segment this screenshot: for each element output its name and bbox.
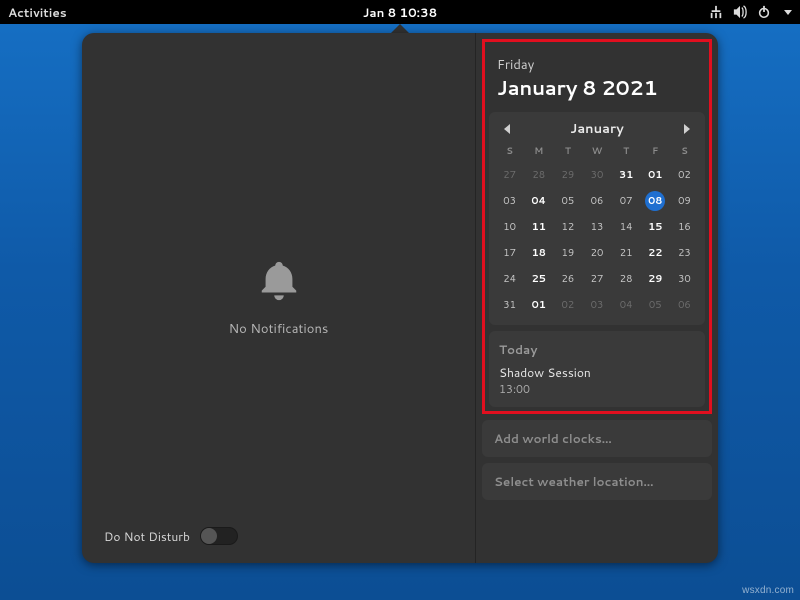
calendar-day[interactable]: 30 <box>582 163 611 187</box>
calendar-day[interactable]: 28 <box>612 267 641 291</box>
system-status-area[interactable] <box>709 5 792 19</box>
top-bar: Activities Jan 8 10:38 <box>0 0 800 24</box>
dow-label: T <box>553 144 582 161</box>
calendar-day[interactable]: 10 <box>495 215 524 239</box>
calendar-day[interactable]: 03 <box>582 293 611 317</box>
fulldate-label: January 8 2021 <box>497 74 697 102</box>
calendar-day[interactable]: 23 <box>670 241 699 265</box>
calendar-day-today[interactable]: 08 <box>641 189 670 213</box>
chevron-down-icon <box>784 10 792 15</box>
dnd-toggle[interactable] <box>200 527 238 545</box>
calendar-day[interactable]: 12 <box>553 215 582 239</box>
calendar-day[interactable]: 05 <box>641 293 670 317</box>
dow-label: S <box>495 144 524 161</box>
clock-label: Jan 8 10:38 <box>363 4 437 21</box>
today-events-card[interactable]: Today Shadow Session 13:00 <box>489 331 705 407</box>
calendar-day[interactable]: 09 <box>670 189 699 213</box>
activities-button[interactable]: Activities <box>8 4 67 21</box>
calendar-day[interactable]: 19 <box>553 241 582 265</box>
calendar-day[interactable]: 25 <box>524 267 553 291</box>
calendar-day[interactable]: 29 <box>553 163 582 187</box>
calendar-day[interactable]: 16 <box>670 215 699 239</box>
calendar-day[interactable]: 06 <box>670 293 699 317</box>
calendar-day[interactable]: 20 <box>582 241 611 265</box>
popover-arrow <box>391 24 409 33</box>
calendar-day[interactable]: 27 <box>582 267 611 291</box>
event-time: 13:00 <box>499 381 695 397</box>
power-icon <box>757 5 771 19</box>
annotation-highlight: Friday January 8 2021 January SMTWTFS272… <box>482 39 712 414</box>
calendar-day[interactable]: 02 <box>670 163 699 187</box>
watermark: wsxdn.com <box>742 585 794 596</box>
dow-label: W <box>582 144 611 161</box>
dow-label: F <box>641 144 670 161</box>
bell-icon <box>256 258 302 310</box>
dnd-label: Do Not Disturb <box>104 528 190 545</box>
dow-label: T <box>612 144 641 161</box>
calendar-day[interactable]: 07 <box>612 189 641 213</box>
weekday-label: Friday <box>497 56 697 74</box>
dow-label: M <box>524 144 553 161</box>
month-label: January <box>570 120 623 138</box>
notifications-pane: No Notifications Do Not Disturb <box>82 33 476 563</box>
calendar-day[interactable]: 06 <box>582 189 611 213</box>
calendar-day[interactable]: 24 <box>495 267 524 291</box>
calendar-day[interactable]: 05 <box>553 189 582 213</box>
calendar-day[interactable]: 13 <box>582 215 611 239</box>
calendar-day[interactable]: 02 <box>553 293 582 317</box>
network-icon <box>709 5 723 19</box>
add-world-clocks-button[interactable]: Add world clocks… <box>482 420 712 457</box>
calendar-day[interactable]: 01 <box>524 293 553 317</box>
calendar-day[interactable]: 26 <box>553 267 582 291</box>
calendar-nav: January <box>495 118 699 144</box>
datetime-popover: No Notifications Do Not Disturb Friday J… <box>82 33 718 563</box>
calendar-day[interactable]: 11 <box>524 215 553 239</box>
calendar-day[interactable]: 21 <box>612 241 641 265</box>
calendar-day[interactable]: 30 <box>670 267 699 291</box>
calendar-day[interactable]: 14 <box>612 215 641 239</box>
do-not-disturb-row: Do Not Disturb <box>104 527 238 545</box>
calendar-day[interactable]: 15 <box>641 215 670 239</box>
calendar-day[interactable]: 31 <box>612 163 641 187</box>
next-month-button[interactable] <box>677 120 695 138</box>
calendar-day[interactable]: 28 <box>524 163 553 187</box>
calendar-day[interactable]: 03 <box>495 189 524 213</box>
event-name: Shadow Session <box>499 364 695 381</box>
calendar-day[interactable]: 18 <box>524 241 553 265</box>
date-header: Friday January 8 2021 <box>489 46 705 106</box>
volume-icon <box>733 5 747 19</box>
calendar-day[interactable]: 04 <box>612 293 641 317</box>
today-title: Today <box>499 341 695 358</box>
calendar-day[interactable]: 04 <box>524 189 553 213</box>
calendar-day[interactable]: 27 <box>495 163 524 187</box>
no-notifications-label: No Notifications <box>229 320 329 338</box>
calendar-pane: Friday January 8 2021 January SMTWTFS272… <box>476 33 718 563</box>
calendar-day[interactable]: 29 <box>641 267 670 291</box>
select-weather-location-button[interactable]: Select weather location… <box>482 463 712 500</box>
calendar-day[interactable]: 01 <box>641 163 670 187</box>
calendar-card: January SMTWTFS2728293031010203040506070… <box>489 112 705 325</box>
calendar-day[interactable]: 17 <box>495 241 524 265</box>
prev-month-button[interactable] <box>499 120 517 138</box>
calendar-day[interactable]: 22 <box>641 241 670 265</box>
clock-button[interactable]: Jan 8 10:38 <box>363 4 437 21</box>
calendar-grid: SMTWTFS272829303101020304050607080910111… <box>495 144 699 317</box>
calendar-day[interactable]: 31 <box>495 293 524 317</box>
dow-label: S <box>670 144 699 161</box>
